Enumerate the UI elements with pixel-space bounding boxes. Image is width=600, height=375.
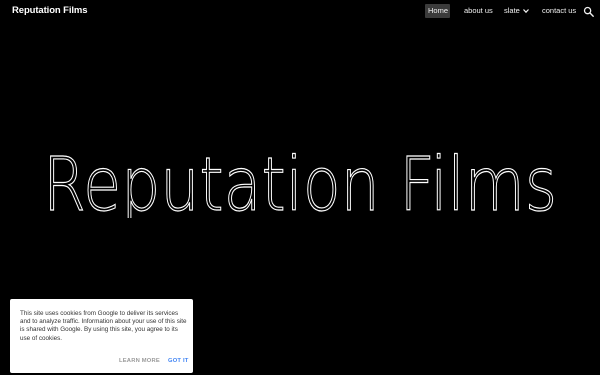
top-navigation-bar: Reputation Films Home about us slate con… bbox=[0, 0, 600, 24]
got-it-button[interactable]: GOT IT bbox=[168, 358, 189, 364]
hero-title: Reputation Films bbox=[40, 138, 560, 218]
nav-item-contact-us[interactable]: contact us bbox=[537, 4, 581, 18]
chevron-down-icon bbox=[523, 9, 529, 14]
hero-title-text: Reputation Films bbox=[43, 142, 557, 218]
slate-dropdown-toggle[interactable] bbox=[521, 4, 531, 18]
site-title[interactable]: Reputation Films bbox=[12, 5, 88, 16]
search-icon bbox=[583, 6, 594, 17]
nav-item-home[interactable]: Home bbox=[425, 4, 450, 18]
nav-item-about-us[interactable]: about us bbox=[459, 4, 498, 18]
cookie-consent-banner: This site uses cookies from Google to de… bbox=[10, 299, 193, 373]
cookie-notice-text: This site uses cookies from Google to de… bbox=[20, 310, 187, 342]
learn-more-link[interactable]: LEARN MORE bbox=[119, 358, 160, 364]
search-button[interactable] bbox=[583, 5, 595, 17]
